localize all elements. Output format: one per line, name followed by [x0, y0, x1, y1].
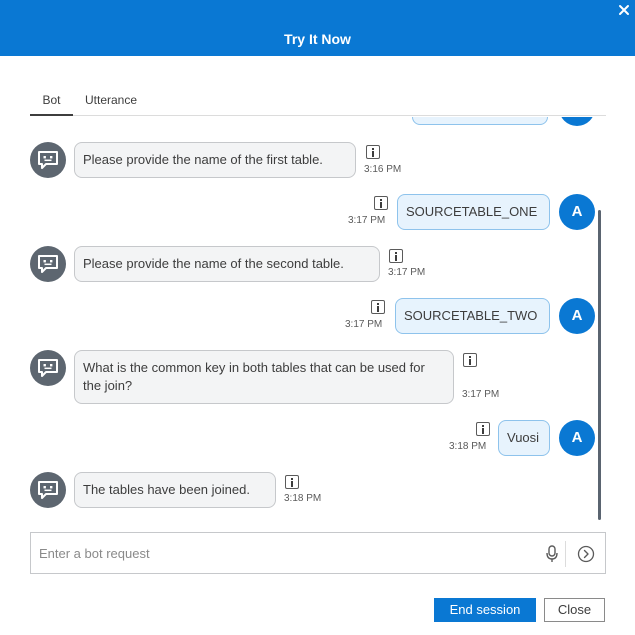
bot-chat-icon — [38, 255, 58, 273]
message-time: 3:17 PM — [388, 267, 426, 278]
microphone-icon[interactable] — [546, 545, 558, 563]
bot-request-input[interactable] — [39, 543, 529, 563]
bot-message: What is the common key in both tables th… — [74, 350, 454, 404]
info-icon[interactable] — [366, 145, 380, 159]
close-icon[interactable] — [617, 3, 631, 17]
bot-message: Please provide the name of the second ta… — [74, 246, 380, 282]
user-message: Vuosi — [498, 420, 550, 456]
bot-message: The tables have been joined. — [74, 472, 276, 508]
tab-utterance[interactable]: Utterance — [85, 93, 137, 107]
info-icon[interactable] — [374, 196, 388, 210]
bot-avatar — [30, 142, 66, 178]
message-time: 3:17 PM — [348, 215, 386, 226]
previous-user-avatar — [559, 117, 595, 126]
close-button[interactable]: Close — [544, 598, 605, 622]
info-icon[interactable] — [371, 300, 385, 314]
tab-bot[interactable]: Bot — [30, 93, 73, 116]
bot-chat-icon — [38, 359, 58, 377]
message-time: 3:17 PM — [345, 319, 383, 330]
message-time: 3:16 PM — [364, 164, 402, 175]
message-time: 3:18 PM — [284, 493, 322, 504]
tab-bar: Bot Utterance — [30, 90, 606, 116]
info-icon[interactable] — [463, 353, 477, 367]
user-message: SOURCETABLE_ONE — [397, 194, 550, 230]
bot-avatar — [30, 246, 66, 282]
bot-chat-icon — [38, 151, 58, 169]
previous-user-message — [412, 117, 548, 125]
chat-transcript[interactable]: Please provide the name of the first tab… — [0, 117, 635, 520]
bot-avatar — [30, 472, 66, 508]
message-time: 3:17 PM — [462, 389, 500, 400]
user-message: SOURCETABLE_TWO — [395, 298, 550, 334]
input-divider — [565, 541, 566, 567]
info-icon[interactable] — [476, 422, 490, 436]
bot-avatar — [30, 350, 66, 386]
end-session-button[interactable]: End session — [434, 598, 536, 622]
bot-message: Please provide the name of the first tab… — [74, 142, 356, 178]
info-icon[interactable] — [285, 475, 299, 489]
send-arrow-icon[interactable] — [577, 545, 595, 563]
dialog-header: Try It Now — [0, 0, 635, 56]
chat-scrollbar[interactable] — [598, 210, 601, 520]
message-time: 3:18 PM — [449, 441, 487, 452]
user-avatar: A — [559, 420, 595, 456]
bot-chat-icon — [38, 481, 58, 499]
dialog-title: Try It Now — [284, 31, 351, 47]
info-icon[interactable] — [389, 249, 403, 263]
user-avatar: A — [559, 194, 595, 230]
bot-request-box — [30, 532, 606, 574]
user-avatar: A — [559, 298, 595, 334]
